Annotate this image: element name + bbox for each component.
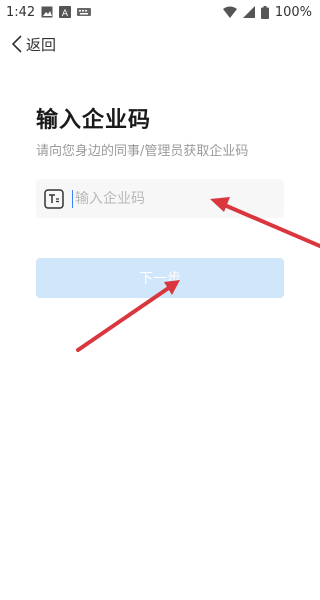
text-a-icon: A — [59, 6, 72, 18]
svg-text:A: A — [62, 9, 69, 18]
wifi-icon — [222, 6, 237, 18]
enterprise-code-field[interactable] — [36, 179, 284, 218]
battery-level: 100% — [274, 4, 312, 20]
back-button[interactable]: 返回 — [0, 34, 56, 55]
text-format-icon — [44, 188, 64, 209]
annotation-arrows — [76, 197, 320, 352]
next-button[interactable]: 下一步 — [36, 258, 284, 298]
chevron-left-icon — [11, 35, 22, 53]
enterprise-code-input[interactable] — [72, 189, 267, 208]
signal-icon — [242, 6, 255, 18]
nav-bar: 返回 — [0, 26, 320, 62]
image-icon — [41, 6, 53, 18]
back-label: 返回 — [26, 35, 57, 54]
status-bar: 1:42 A 100% — [0, 0, 320, 24]
battery-icon — [260, 5, 269, 19]
status-right: 100% — [222, 4, 312, 20]
status-left: 1:42 A — [6, 4, 92, 20]
page-subtitle: 请向您身边的同事/管理员获取企业码 — [36, 144, 249, 159]
keyboard-icon — [77, 8, 92, 16]
page-title: 输入企业码 — [36, 108, 152, 133]
status-time: 1:42 — [6, 4, 36, 20]
